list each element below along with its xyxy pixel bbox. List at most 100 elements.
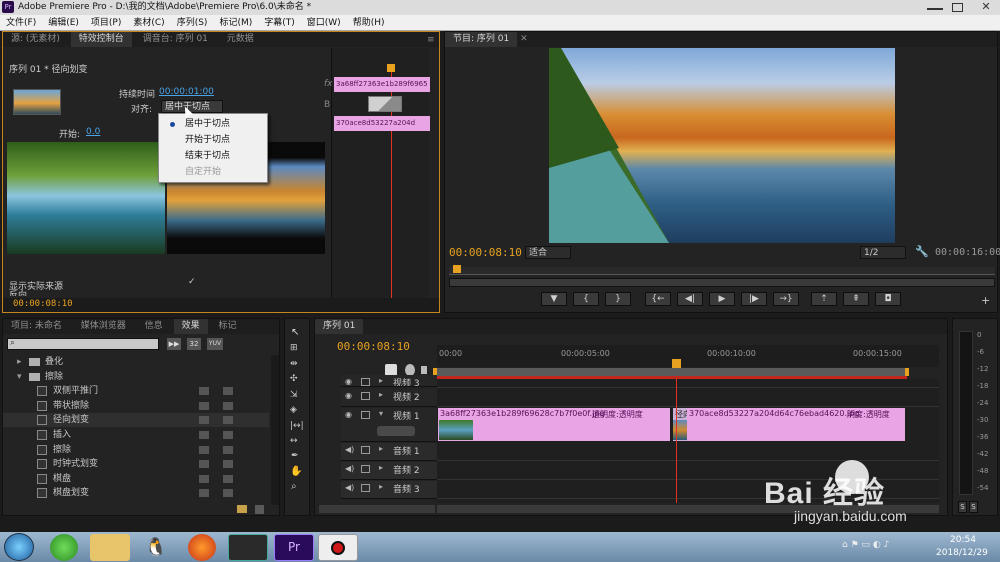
program-zoom-bar[interactable]	[449, 278, 995, 287]
add-marker-button[interactable]: ▼	[541, 292, 567, 306]
track-header-v2[interactable]: ◉ ▸ 视频 2	[341, 389, 437, 407]
mini-clip-b[interactable]: 370ace8d53227a204d	[334, 116, 430, 131]
delete-icon[interactable]	[255, 505, 264, 514]
chip-yuv[interactable]: YUV	[207, 338, 223, 350]
clip-2[interactable]: 370ace8d53227a204d64c76ebad4620.jpg 明度:透…	[687, 408, 905, 441]
work-area-bar[interactable]	[437, 368, 907, 376]
menu-edit[interactable]: 编辑(E)	[42, 15, 85, 30]
play-button[interactable]: ▶	[709, 292, 735, 306]
chip-32[interactable]: 32	[187, 338, 201, 350]
effect-item[interactable]: 径向划变	[3, 413, 269, 428]
track-expand-icon[interactable]: ▾	[379, 409, 383, 418]
go-to-out-button[interactable]: →}	[773, 292, 799, 306]
mini-clip-a[interactable]: 3a68ff27363e1b289f6965	[334, 77, 430, 92]
razor-tool-icon[interactable]: ◈	[290, 405, 297, 415]
track-header-a1[interactable]: ◀) ▸ 音频 1	[341, 443, 437, 461]
track-expand-icon[interactable]: ▸	[379, 376, 383, 385]
quality-select[interactable]: 1/2	[860, 246, 906, 259]
dropdown-item-start[interactable]: 开始于切点	[159, 133, 267, 148]
timeline-playhead[interactable]	[672, 359, 681, 368]
track-header-v1[interactable]: ◉ ▾ 视频 1	[341, 408, 437, 442]
fit-select[interactable]: 适合	[525, 246, 571, 259]
tray-icons[interactable]: ⌂ ⚑ ▭ ◐ ♪	[842, 540, 922, 554]
effect-item[interactable]: 时钟式划变	[3, 457, 269, 471]
speaker-icon[interactable]: ◀)	[345, 464, 354, 473]
effect-item[interactable]: 棋盘划变	[3, 486, 269, 500]
effect-item[interactable]: 插入	[3, 428, 269, 442]
taskbar-qq-icon[interactable]: 🐧	[136, 534, 176, 561]
tab-info[interactable]: 信息	[137, 319, 171, 334]
rate-stretch-tool-icon[interactable]: ⇲	[290, 390, 298, 400]
dropdown-item-center[interactable]: 居中于切点	[159, 117, 267, 132]
tab-markers[interactable]: 标记	[210, 319, 244, 334]
menu-clip[interactable]: 素材(C)	[127, 15, 170, 30]
tab-project[interactable]: 项目: 未命名	[3, 319, 70, 334]
lock-icon[interactable]	[361, 392, 370, 400]
taskbar-premiere-icon[interactable]: Pr	[274, 534, 314, 561]
rolling-edit-tool-icon[interactable]: ✣	[290, 374, 298, 384]
track-expand-icon[interactable]: ▸	[379, 482, 383, 491]
tab-metadata[interactable]: 元数据	[219, 32, 262, 47]
effect-folder[interactable]: ▾ 擦除	[3, 370, 269, 384]
menu-file[interactable]: 文件(F)	[0, 15, 42, 30]
slip-tool-icon[interactable]: |↔|	[290, 421, 304, 431]
dropdown-item-end[interactable]: 结束于切点	[159, 149, 267, 164]
effect-controls-timecode[interactable]: 00:00:08:10	[13, 299, 73, 309]
step-forward-button[interactable]: |▶	[741, 292, 767, 306]
program-timecode[interactable]: 00:00:08:10	[449, 246, 522, 259]
close-tab-icon[interactable]: ✕	[520, 34, 528, 44]
new-bin-icon[interactable]	[237, 505, 247, 513]
marker-icon[interactable]	[421, 366, 427, 374]
timeline-hscroll[interactable]	[319, 505, 435, 513]
menu-help[interactable]: 帮助(H)	[347, 15, 391, 30]
extract-button[interactable]: ⇞	[843, 292, 869, 306]
align-select[interactable]: 居中于切点	[161, 100, 223, 113]
mark-in-button[interactable]: {	[573, 292, 599, 306]
selection-tool-icon[interactable]: ↖	[291, 327, 299, 338]
clock-time[interactable]: 20:54	[950, 535, 976, 545]
track-header-a2[interactable]: ◀) ▸ 音频 2	[341, 462, 437, 480]
taskbar-record-icon[interactable]	[318, 534, 358, 561]
effect-item[interactable]: 棋盘	[3, 472, 269, 486]
menu-project[interactable]: 项目(P)	[85, 15, 127, 30]
taskbar-camtasia-icon[interactable]	[228, 534, 268, 561]
lift-button[interactable]: ⇡	[811, 292, 837, 306]
mark-out-button[interactable]: }	[605, 292, 631, 306]
start-button[interactable]	[4, 533, 34, 561]
mini-transition[interactable]	[368, 96, 402, 112]
tab-source[interactable]: 源: (无素材)	[3, 32, 68, 47]
add-button-icon[interactable]: +	[981, 294, 990, 307]
minimize-button[interactable]	[927, 2, 943, 10]
duration-value[interactable]: 00:00:01:00	[159, 87, 214, 97]
ripple-edit-tool-icon[interactable]: ⇹	[290, 359, 298, 369]
lock-icon[interactable]	[361, 446, 370, 454]
effects-scrollbar[interactable]	[271, 355, 279, 505]
step-back-button[interactable]: ◀|	[677, 292, 703, 306]
clip-1[interactable]: 3a68ff27363e1b289f69628c7b7f0e0f.jpg 透明度…	[438, 408, 670, 441]
show-actual-checkbox[interactable]: ✓	[188, 277, 198, 287]
effect-item[interactable]: 带状擦除	[3, 399, 269, 413]
close-button[interactable]: ✕	[975, 0, 997, 14]
work-area-out-handle[interactable]	[905, 368, 909, 376]
effect-item[interactable]: 双侧平推门	[3, 384, 269, 398]
taskbar-360-icon[interactable]	[50, 534, 78, 561]
keyframe-toggle[interactable]	[377, 426, 415, 436]
pen-tool-icon[interactable]: ✒	[291, 451, 299, 461]
tab-program[interactable]: 节目: 序列 01	[445, 32, 518, 47]
program-scrub-bar[interactable]	[449, 265, 995, 275]
menu-title[interactable]: 字幕(T)	[258, 15, 301, 30]
track-expand-icon[interactable]: ▸	[379, 463, 383, 472]
tab-audio-mixer[interactable]: 调音台: 序列 01	[135, 32, 216, 47]
lock-icon[interactable]	[361, 378, 370, 386]
zoom-tool-icon[interactable]: ⌕	[291, 481, 297, 492]
effect-folder[interactable]: ▸ 叠化	[3, 355, 269, 369]
hand-tool-icon[interactable]: ✋	[290, 466, 302, 477]
timeline-timecode[interactable]: 00:00:08:10	[337, 340, 410, 353]
wrench-icon[interactable]: 🔧	[915, 245, 929, 258]
mini-playhead-marker[interactable]	[387, 64, 395, 72]
clock-date[interactable]: 2018/12/29	[936, 548, 988, 558]
menu-sequence[interactable]: 序列(S)	[171, 15, 214, 30]
eye-icon[interactable]: ◉	[345, 377, 352, 386]
tab-effect-controls[interactable]: 特效控制台	[70, 32, 132, 47]
tab-sequence[interactable]: 序列 01	[315, 319, 364, 334]
